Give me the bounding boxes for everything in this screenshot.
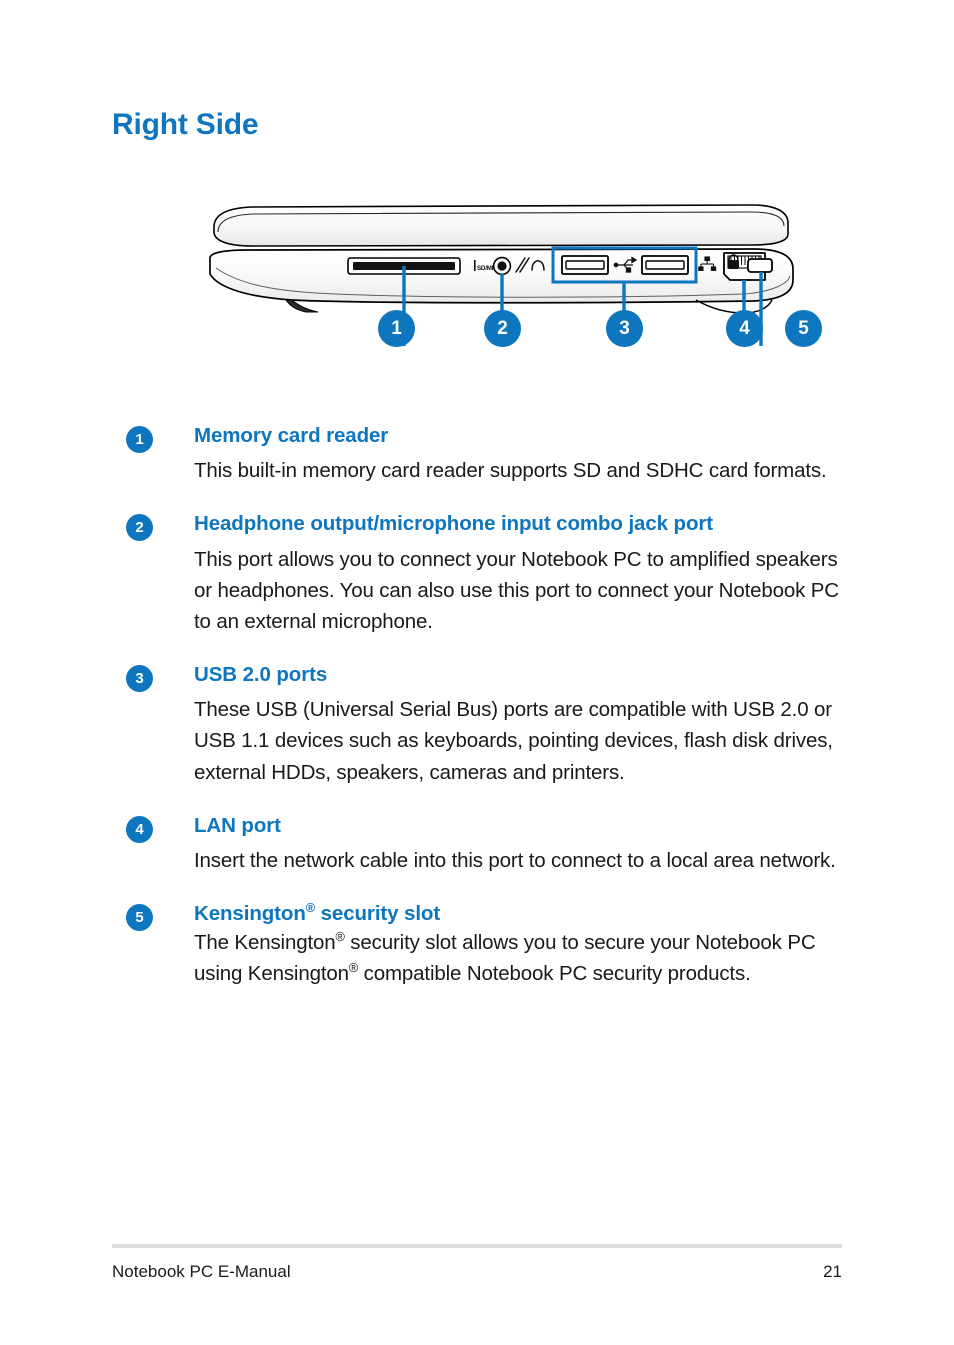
callout-body-text: compatible Notebook PC [358, 962, 588, 986]
callout-badge-4: 4 [126, 815, 153, 843]
callout-body: Insert the network cable into this port … [194, 848, 836, 872]
page-title: Right Side [112, 108, 259, 141]
callout-item-combo-jack: 2 Headphone output/microphone input comb… [112, 512, 852, 637]
registered-mark: ® [305, 900, 316, 916]
registered-mark: ® [348, 960, 359, 976]
footer-divider [112, 1244, 842, 1248]
callout-title: Headphone output/microphone input combo … [194, 512, 713, 536]
callout-body: The Kensington® security slot allows you… [194, 927, 852, 989]
page-footer: Notebook PC E-Manual 21 [112, 1262, 842, 1282]
callout-badge-2: 2 [126, 514, 153, 542]
footer-page-number: 21 [823, 1262, 842, 1281]
callout-item-usb-ports: 3 USB 2.0 ports These USB (Universal Ser… [112, 663, 852, 788]
callout-title-text: Kensington [194, 902, 306, 925]
callout-body-text: security slot allows you to secure your [344, 931, 690, 955]
callout-item-memory-card-reader: 1 Memory card reader This built-in memor… [112, 424, 852, 486]
callout-item-kensington-slot: 5 Kensington® security slot The Kensingt… [112, 900, 852, 990]
callout-title: Memory card reader [194, 424, 389, 447]
callout-badge-3: 3 [126, 665, 153, 692]
callout-badge-5: 5 [126, 904, 153, 931]
usb-port-icon [561, 255, 609, 275]
notebook-lid [213, 204, 789, 247]
registered-mark: ® [335, 929, 345, 945]
callout-body: This port allows you to connect your Not… [194, 547, 839, 633]
callout-item-lan-port: 4 LAN port Insert the network cable into… [112, 814, 852, 876]
callout-body-text: security products. [592, 962, 751, 986]
callout-title: LAN port [194, 813, 281, 837]
callout-list: 1 Memory card reader This built-in memor… [112, 424, 852, 1016]
callout-title: USB 2.0 ports [194, 663, 328, 686]
callout-body: These USB (Universal Serial Bus) ports a… [194, 698, 833, 784]
callout-body: This built-in memory card reader support… [194, 459, 827, 483]
callout-title: Kensington® security slot [194, 900, 852, 926]
notebook-right-side-illustration: SD/MICRO 1 2 3 4 5 [196, 196, 822, 356]
footer-document-title: Notebook PC E-Manual [112, 1262, 291, 1281]
callout-body-text: The Kensington [194, 931, 336, 955]
callout-title-text: security slot [315, 902, 441, 925]
usb-port-icon [641, 255, 689, 275]
manual-page: Right Side SD/MICRO 1 2 3 4 5 1 Memory c… [0, 0, 954, 1345]
callout-badge-1: 1 [126, 426, 153, 453]
